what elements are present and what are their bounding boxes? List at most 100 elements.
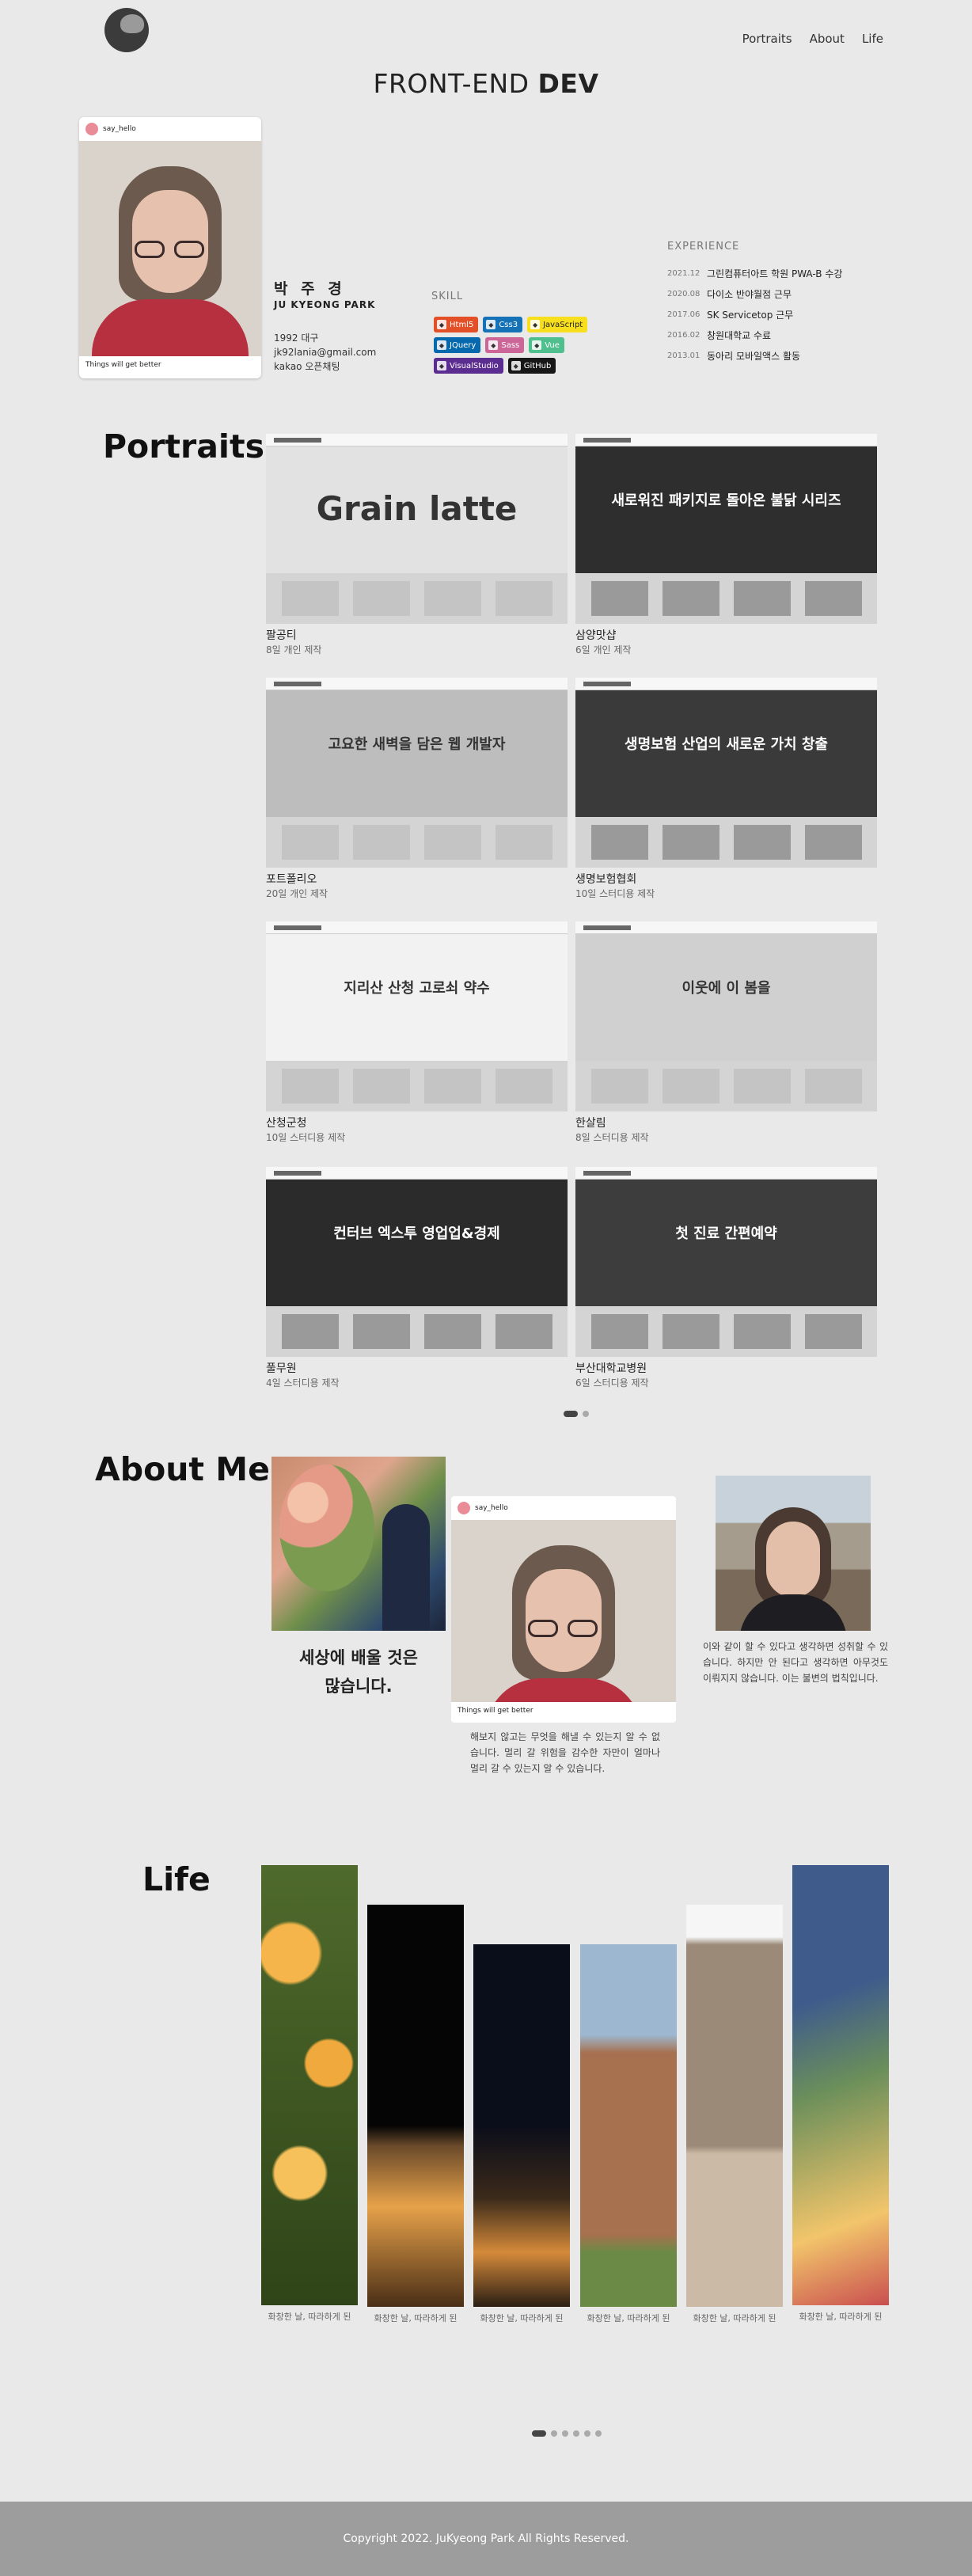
life-photo[interactable] [792,1865,889,2305]
portfolio-card[interactable]: 지리산 산청 고로쇠 약수산청군청 10일 스터디용 제작 [266,921,568,1148]
portfolio-duration: 20일 개인 제작 [266,888,328,899]
life-photo[interactable] [261,1865,358,2305]
portfolio-screenshot-headline: 첫 진료 간편예약 [675,1225,777,1242]
portfolio-screenshot-headline: 이웃에 이 봄을 [682,980,771,997]
pagination-dot[interactable] [583,1411,589,1417]
life-heading: Life [142,1860,211,1898]
profile-email[interactable]: jk92lania@gmail.com [274,345,376,359]
avatar [458,1502,470,1514]
skill-badge-visualstudio: ◆ VisualStudio [434,358,503,374]
portfolio-screenshot-headline: 생명보험 산업의 새로운 가치 창출 [625,736,828,753]
profile-card-caption: Things will get better [85,361,161,369]
about-photo-card: say_hello Things will get better [451,1496,676,1723]
pagination-dot-active[interactable] [532,2430,546,2437]
nav-item-about[interactable]: About [810,32,845,46]
about-card-header: say_hello [451,1496,676,1520]
github-icon: ◆ [511,361,521,370]
portfolio-card[interactable]: 생명보험 산업의 새로운 가치 창출 생명보험협회 10일 스터디용 제작 [575,678,877,904]
portfolio-title[interactable]: 삼양맛샵 [575,627,877,643]
portfolio-card[interactable]: 이웃에 이 봄을 한살림 8일 스터디용 제작 [575,921,877,1148]
skill-badge-github: ◆ GitHub [507,358,556,374]
portfolio-screenshot-headline: 지리산 산청 고로쇠 약수 [344,980,490,997]
javascript-icon: ◆ [530,320,541,329]
profile-kakao[interactable]: kakao 오픈채팅 [274,359,376,374]
skill-badge-sass: ◆ Sass [485,337,525,353]
footer: Copyright 2022. JuKyeong Park All Rights… [0,2502,972,2576]
portfolio-card[interactable]: 고요한 새벽을 담은 웹 개발자포트폴리오 20일 개인 제작 [266,678,568,904]
about-photo-flowers [271,1457,446,1631]
portfolio-duration: 10일 스터디용 제작 [266,1132,346,1143]
portfolio-screenshot[interactable]: 컨터브 엑스투 영업업&경제 [266,1167,568,1357]
portfolio-card[interactable]: 첫 진료 간편예약 부산대학교병원 6일 스터디용 제작 [575,1167,877,1393]
experience-item: 2016.02 창원대학교 수료 [667,329,772,341]
html5-icon: ◆ [437,320,446,329]
vue-icon: ◆ [532,340,542,350]
portfolio-title[interactable]: 포트폴리오 [266,871,568,887]
visualstudio-icon: ◆ [437,361,446,370]
profile-name-ko: 박 주 경 [274,280,346,298]
experience-item: 2017.06 SK Servicetop 근무 [667,309,794,321]
life-photo-card[interactable]: 화창한 날, 따라하게 된 [261,1865,358,2323]
portfolio-title[interactable]: 생명보험협회 [575,871,877,887]
portfolio-card[interactable]: 컨터브 엑스투 영업업&경제풀무원 4일 스터디용 제작 [266,1167,568,1393]
about-quote: 세상에 배울 것은 많습니다. [299,1648,418,1696]
life-photo-card[interactable]: 화창한 날, 따라하게 된 [792,1865,889,2323]
pagination-dot[interactable] [562,2430,568,2437]
profile-handle: say_hello [103,125,136,133]
about-text-right: 이와 같이 할 수 있다고 생각하면 성취할 수 있습니다. 하지만 안 된다고… [703,1641,888,1684]
life-photo-caption: 화창한 날, 따라하게 된 [374,2313,458,2323]
portfolio-title[interactable]: 산청군청 [266,1115,568,1130]
portfolio-title[interactable]: 풀무원 [266,1360,568,1376]
life-photo-caption: 화창한 날, 따라하게 된 [268,2312,351,2322]
portfolio-title[interactable]: 한살림 [575,1115,877,1130]
portfolio-title[interactable]: 팔공티 [266,627,568,643]
portfolio-screenshot[interactable]: Grain latte [266,434,568,624]
portfolio-screenshot[interactable]: 고요한 새벽을 담은 웹 개발자 [266,678,568,868]
avatar [85,123,98,135]
footer-copyright: Copyright 2022. JuKyeong Park All Rights… [343,2532,629,2545]
skill-badges: ◆ Html5 ◆ Css3 ◆ JavaScript ◆ JQuery ◆ Sass ◆ Vue ◆ V… [434,317,624,374]
pagination-dot[interactable] [584,2430,590,2437]
skill-badge-javascript: ◆ JavaScript [527,317,588,332]
portfolio-screenshot[interactable]: 첫 진료 간편예약 [575,1167,877,1357]
life-photo-caption: 화창한 날, 따라하게 된 [587,2313,670,2323]
portfolio-title[interactable]: 부산대학교병원 [575,1360,877,1376]
life-photo[interactable] [473,1944,570,2307]
life-photo[interactable] [367,1905,464,2307]
life-photo-card[interactable]: 화창한 날, 따라하게 된 [473,1944,570,2324]
profile-card-header: say_hello [79,117,261,141]
portraits-pagination [564,1411,589,1417]
portraits-heading: Portraits [103,427,264,465]
pagination-dot-active[interactable] [564,1411,578,1417]
life-photo-card[interactable]: 화창한 날, 따라하게 된 [580,1944,677,2324]
portfolio-screenshot[interactable]: 생명보험 산업의 새로운 가치 창출 [575,678,877,868]
life-photo[interactable] [686,1905,783,2307]
portfolio-duration: 4일 스터디용 제작 [266,1377,340,1389]
experience-heading: EXPERIENCE [667,241,740,253]
portfolio-screenshot[interactable]: 이웃에 이 봄을 [575,921,877,1111]
portfolio-card[interactable]: 새로워진 패키지로 돌아온 불닭 시리즈 삼양맛샵 6일 개인 제작 [575,434,877,660]
portfolio-screenshot-headline: 고요한 새벽을 담은 웹 개발자 [328,736,506,753]
skill-badge-vue: ◆ Vue [529,337,564,353]
life-photo-card[interactable]: 화창한 날, 따라하게 된 [686,1905,783,2324]
pagination-dot[interactable] [573,2430,579,2437]
nav-item-portraits[interactable]: Portraits [742,32,792,46]
nav-item-life[interactable]: Life [862,32,883,46]
pagination-dot[interactable] [551,2430,557,2437]
profile-birth: 1992 대구 [274,332,319,344]
jquery-icon: ◆ [437,340,446,350]
portfolio-screenshot[interactable]: 새로워진 패키지로 돌아온 불닭 시리즈 [575,434,877,624]
portfolio-card[interactable]: Grain latte 팔공티 8일 개인 제작 [266,434,568,660]
skill-heading: SKILL [431,291,464,302]
portfolio-screenshot[interactable]: 지리산 산청 고로쇠 약수 [266,921,568,1111]
about-photo-portrait [451,1520,676,1702]
life-photo-card[interactable]: 화창한 날, 따라하게 된 [367,1905,464,2324]
skill-badge-html5: ◆ Html5 [434,317,479,332]
skill-badge-css3: ◆ Css3 [483,317,523,332]
pagination-dot[interactable] [595,2430,602,2437]
life-photo[interactable] [580,1944,677,2307]
site-logo[interactable] [104,8,149,52]
experience-item: 2013.01 동아리 모바일액스 활동 [667,350,801,362]
experience-item: 2021.12 그린컴퓨터아트 학원 PWA-B 수강 [667,268,843,279]
profile-contact: 1992 대구 jk92lania@gmail.com kakao 오픈채팅 [274,331,376,374]
